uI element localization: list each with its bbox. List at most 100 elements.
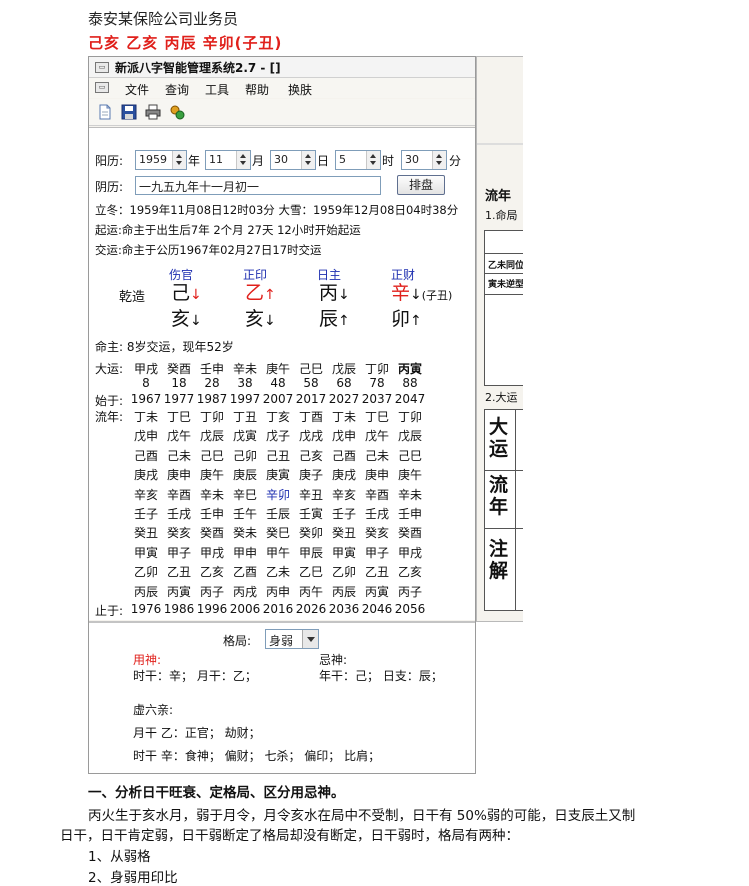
liunian-cell: 丙午 — [298, 584, 323, 599]
liunian-cell: 壬辰 — [265, 507, 290, 521]
menu-query[interactable]: 查询 — [165, 81, 189, 98]
dayun-pillar: 戊辰 — [331, 362, 356, 376]
liunian-cell: 壬寅 — [298, 507, 323, 521]
liunian-cell: 乙丑 — [364, 565, 389, 580]
stem-hour: 辛↓(子丑) — [391, 282, 453, 304]
dayun-pillar: 壬申 — [199, 362, 224, 376]
liunian-cell: 丁卯 — [397, 410, 422, 424]
liunian-cell: 乙亥 — [397, 565, 422, 580]
liunian-cell: 甲子 — [364, 545, 389, 560]
new-doc-icon[interactable] — [97, 104, 113, 120]
liunian-cell: 壬子 — [133, 507, 158, 521]
liunian-cell: 丁卯 — [199, 410, 224, 424]
liunian-cell: 乙亥 — [199, 565, 224, 580]
day-spinner[interactable]: 30 — [270, 150, 316, 170]
dayun-age: 28 — [204, 376, 220, 390]
liunian-cell: 壬戌 — [364, 507, 389, 521]
liunian-cell: 辛亥 — [133, 487, 158, 502]
liunian-cell: 庚寅 — [265, 468, 290, 483]
end-label: 止于: — [95, 604, 124, 618]
menu-tools[interactable]: 工具 — [205, 81, 229, 98]
child-window-icon[interactable]: ▭ — [95, 82, 109, 93]
year-spinner[interactable]: 1959 — [135, 150, 187, 170]
xuliuqin-label: 虚六亲: — [133, 703, 174, 717]
settings-icon[interactable] — [169, 104, 185, 120]
title-bar: ▭ 新派八字智能管理系统2.7 - [] — [89, 57, 475, 78]
start-year: 2047 — [394, 392, 426, 406]
dayun-pillar: 庚午 — [265, 362, 290, 376]
liunian-cell: 丙辰 — [133, 584, 158, 599]
spin-arrows-icon[interactable] — [366, 151, 380, 169]
liunian-cell: 辛亥 — [331, 487, 356, 502]
menu-help[interactable]: 帮助 — [245, 81, 269, 98]
minute-spinner[interactable]: 30 — [401, 150, 447, 170]
start-label: 始于: — [95, 394, 124, 408]
liunian-cell: 癸巳 — [265, 526, 290, 541]
liunian-cell: 甲子 — [166, 545, 191, 560]
spin-arrows-icon[interactable] — [236, 151, 250, 169]
liunian-cell: 己未 — [364, 448, 389, 463]
month-value: 11 — [209, 153, 223, 166]
analysis-panel: 格局: 身弱 用神: 时干：辛； 月干：乙； 忌神: 年干：己； 日支：辰； 虚… — [89, 621, 475, 773]
liunian-cell: 壬申 — [199, 507, 224, 521]
save-icon[interactable] — [121, 104, 137, 120]
month-spinner[interactable]: 11 — [205, 150, 251, 170]
article-para-2: 日干，日干肯定弱，日干弱断定了格局却没有断定，日干弱时，格局有两种： — [60, 828, 519, 844]
liunian-cell: 辛卯 — [265, 487, 290, 502]
article-item-1: 1、从弱格 — [88, 849, 151, 865]
liunian-cell: 辛未 — [199, 487, 224, 502]
kongwang: (子丑) — [421, 289, 453, 302]
start-year: 1997 — [229, 392, 261, 406]
print-icon[interactable] — [145, 104, 161, 120]
article-para-1: 丙火生于亥水月，弱于月令，月令亥水在局中不受制，日干有 50%弱的可能，日支辰土… — [88, 808, 636, 824]
minute-unit: 分 — [449, 154, 462, 168]
hour-spinner[interactable]: 5 — [335, 150, 381, 170]
liunian-cell: 丁未 — [133, 410, 158, 424]
geju-select[interactable]: 身弱 — [265, 629, 319, 649]
liunian-cell: 辛丑 — [298, 487, 323, 502]
liunian-cell: 癸丑 — [133, 526, 158, 541]
spin-arrows-icon[interactable] — [172, 151, 186, 169]
liunian-cell: 癸未 — [232, 526, 257, 541]
liunian-cell: 壬子 — [331, 507, 356, 521]
liunian-cell: 甲午 — [265, 545, 290, 560]
qianzao-label: 乾造 — [119, 290, 146, 305]
liunian-cell: 癸亥 — [166, 526, 191, 541]
minute-value: 30 — [405, 153, 419, 166]
chevron-down-icon[interactable] — [302, 630, 318, 648]
liunian-cell: 乙卯 — [133, 565, 158, 580]
liunian-cell: 丙申 — [265, 584, 290, 599]
liunian-cell: 戊辰 — [199, 429, 224, 444]
liunian-cell: 己卯 — [232, 448, 257, 463]
liunian-cell: 乙丑 — [166, 565, 191, 580]
liunian-cell: 癸酉 — [199, 526, 224, 541]
lunar-date-field[interactable]: 一九五九年十一月初一 — [135, 176, 381, 195]
end-year: 1976 — [130, 602, 162, 616]
end-year: 2046 — [361, 602, 393, 616]
liunian-cell: 癸卯 — [298, 526, 323, 541]
menu-file[interactable]: 文件 — [125, 81, 149, 98]
liunian-cell: 辛酉 — [364, 487, 389, 502]
end-year: 2006 — [229, 602, 261, 616]
liuqin-line-1: 月干 乙：正官； 劫财； — [133, 726, 261, 740]
liunian-cell: 戊寅 — [232, 429, 257, 444]
spin-arrows-icon[interactable] — [432, 151, 446, 169]
menu-bar: ▭ 文件 查询 工具 帮助 换肤 — [89, 78, 475, 98]
window-system-icon[interactable]: ▭ — [95, 62, 109, 73]
article-heading: 一、分析日干旺衰、定格局、区分用忌神。 — [88, 785, 345, 801]
menu-skin[interactable]: 换肤 — [288, 81, 312, 98]
article-item-2: 2、身弱用印比 — [88, 870, 178, 886]
toolbar — [89, 99, 475, 126]
spin-arrows-icon[interactable] — [301, 151, 315, 169]
arrange-button[interactable]: 排盘 — [397, 175, 445, 195]
doc-bazi: 己亥 乙亥 丙辰 辛卯(子丑) — [88, 34, 283, 52]
right-panel: 流年 1.命局 乙未同位 寅未逆型 2.大运 大运 流年 注解 — [476, 56, 523, 622]
liunian-cell: 戊午 — [166, 429, 191, 444]
day-unit: 日 — [317, 154, 330, 168]
liunian-cell: 丁丑 — [232, 410, 257, 424]
liunian-cell: 乙未 — [265, 565, 290, 580]
dayun-section-header: 2.大运 — [485, 391, 518, 404]
liunian-cell: 己丑 — [265, 448, 290, 463]
liunian-cell: 戊辰 — [397, 429, 422, 444]
app-window: ▭ 新派八字智能管理系统2.7 - [] ▭ 文件 查询 工具 帮助 换肤 阳历… — [88, 56, 476, 774]
